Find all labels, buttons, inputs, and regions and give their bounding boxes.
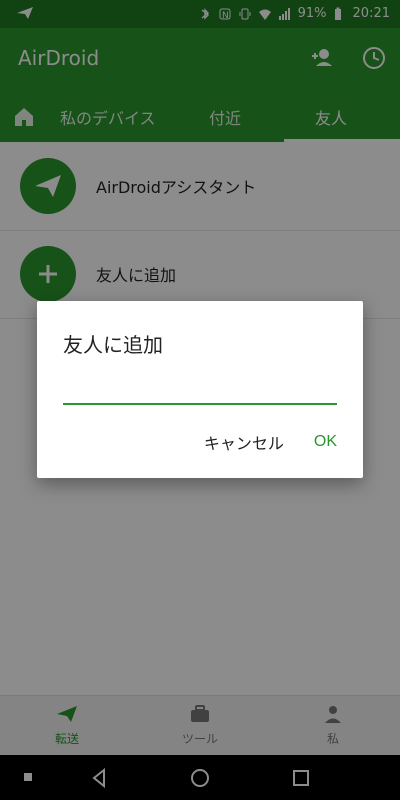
dialog-actions: キャンセル OK — [204, 430, 337, 454]
dialog-title: 友人に追加 — [63, 333, 163, 357]
add-friend-dialog: 友人に追加 キャンセル OK — [37, 301, 363, 478]
cancel-button[interactable]: キャンセル — [204, 430, 284, 454]
email-input-wrapper — [63, 375, 337, 405]
email-input[interactable] — [63, 375, 337, 403]
ok-button[interactable]: OK — [314, 430, 337, 454]
input-underline — [63, 403, 337, 405]
